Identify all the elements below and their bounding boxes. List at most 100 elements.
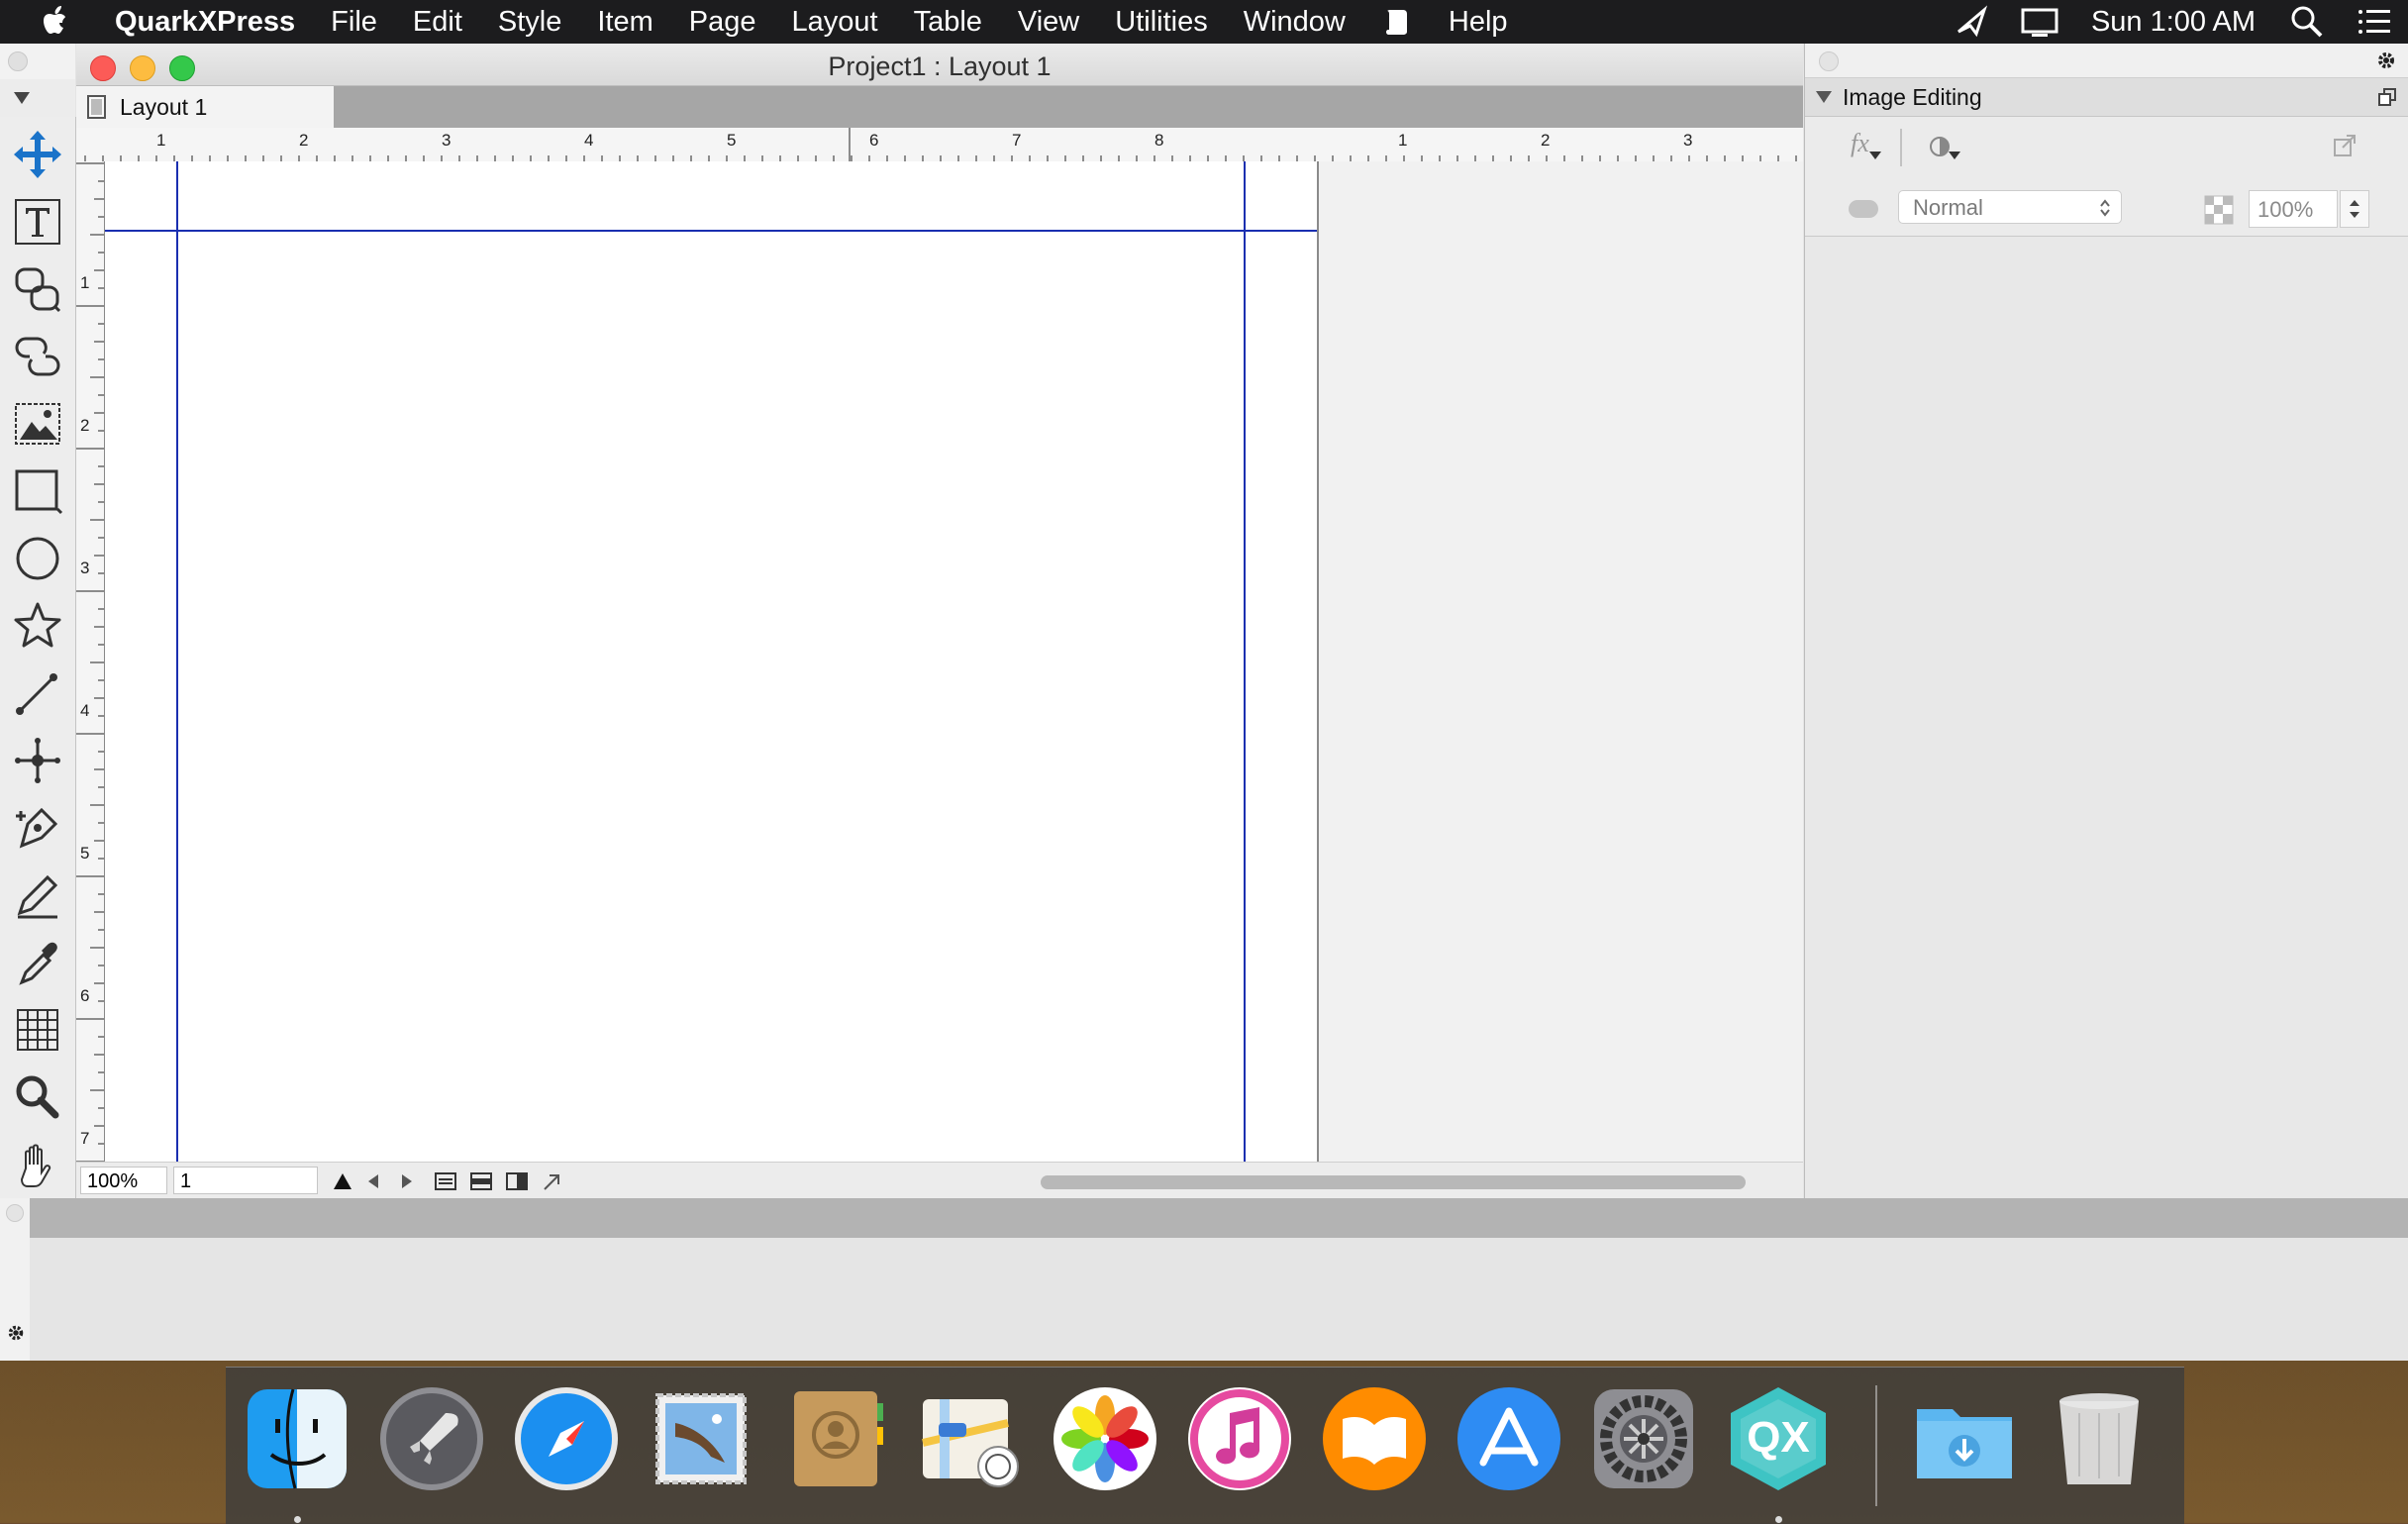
menu-utilities[interactable]: Utilities [1097,6,1225,39]
view-split-vertical-icon[interactable] [504,1168,530,1194]
tab-layout-1[interactable]: Layout 1 [76,86,334,128]
clock[interactable]: Sun 1:00 AM [2073,6,2273,39]
page-icon [87,95,106,119]
page-number-field[interactable]: 1 [173,1167,318,1194]
menu-table[interactable]: Table [896,6,1000,39]
notification-center-icon[interactable] [2355,2,2394,42]
menu-view[interactable]: View [1000,6,1097,39]
text-content-tool[interactable] [8,192,67,252]
menu-item[interactable]: Item [579,6,670,39]
photos-icon[interactable] [1050,1383,1160,1494]
next-page-icon[interactable] [393,1168,419,1194]
spotlight-search-icon[interactable] [2287,2,2327,42]
ruler-label: 7 [80,1129,89,1148]
view-single-icon[interactable] [433,1168,458,1194]
layout-page[interactable] [105,161,1319,1162]
blend-mode-value: Normal [1913,195,1983,220]
finder-icon[interactable] [242,1383,352,1494]
apple-icon[interactable] [36,2,75,42]
opacity-stepper[interactable] [2340,190,2369,228]
starburst-tool[interactable] [8,596,67,656]
horizontal-scrollbar[interactable] [1041,1175,1746,1189]
item-tool[interactable] [8,125,67,184]
bottom-palette-close-button[interactable] [6,1204,24,1222]
image-editing-palette: Image Editing fx Normal 100% [1804,44,2408,1198]
disclosure-triangle-icon[interactable] [12,89,32,107]
dropdown-arrow-icon [1949,152,1960,159]
opacity-field[interactable]: 100% [2249,190,2338,228]
safari-icon[interactable] [511,1383,622,1494]
page-up-icon[interactable] [330,1168,355,1194]
itunes-icon[interactable] [1184,1383,1295,1494]
eyedropper-tool[interactable] [8,933,67,992]
app-store-icon[interactable] [1454,1383,1564,1494]
maps-icon[interactable] [915,1383,1026,1494]
text-unlinking-tool[interactable] [8,327,67,386]
cursor-status-icon[interactable] [1953,2,1992,42]
display-mirroring-icon[interactable] [2020,2,2059,42]
menu-file[interactable]: File [313,6,395,39]
bezier-pen-tool[interactable] [8,798,67,858]
menu-layout[interactable]: Layout [774,6,896,39]
gear-icon[interactable] [2375,50,2397,71]
running-indicator [1775,1516,1782,1523]
rectangle-box-tool[interactable] [8,461,67,521]
open-external-icon[interactable] [2332,133,2358,158]
point-icon [15,738,60,783]
mail-icon[interactable] [646,1383,756,1494]
previous-page-icon[interactable] [361,1168,387,1194]
vertical-ruler[interactable]: 1 2 3 4 5 6 7 [76,161,105,1163]
table-tool[interactable] [8,1000,67,1060]
line-tool[interactable] [8,663,67,723]
menu-edit[interactable]: Edit [395,6,480,39]
rectangle-icon [15,469,63,515]
quarkxpress-icon[interactable]: QX [1723,1383,1834,1494]
qx-logo-text: QX [1747,1413,1810,1462]
menu-style[interactable]: Style [480,6,579,39]
menu-help[interactable]: Help [1431,6,1526,39]
script-menu-icon[interactable] [1377,2,1417,42]
contacts-icon[interactable] [780,1383,891,1494]
ruler-label: 3 [80,559,89,577]
layout-status-bar: 100% 1 [76,1162,1803,1199]
view-split-horizontal-icon[interactable] [468,1168,494,1194]
downloads-folder-icon[interactable] [1909,1383,2020,1494]
menu-page[interactable]: Page [671,6,774,39]
ibooks-icon[interactable] [1319,1383,1430,1494]
system-preferences-icon[interactable] [1588,1383,1699,1494]
pan-tool[interactable] [8,1135,67,1194]
fx-button[interactable]: fx [1851,129,1869,158]
palette-section-header[interactable]: Image Editing [1805,78,2408,117]
unlink-icon [15,337,60,376]
export-arrow-icon[interactable] [540,1168,565,1194]
gear-icon[interactable] [6,1323,26,1343]
bottom-palette-header [0,1198,2408,1238]
zoom-tool[interactable] [8,1067,67,1127]
blend-mode-select[interactable]: Normal [1898,190,2122,224]
launchpad-icon[interactable] [376,1383,487,1494]
picture-content-tool[interactable] [8,394,67,454]
disclosure-triangle-icon[interactable] [1815,89,1833,105]
bottom-palette [0,1238,2408,1361]
document-titlebar: Project1 : Layout 1 [76,44,1803,86]
detach-palette-icon[interactable] [2377,87,2397,107]
zoom-field[interactable]: 100% [80,1167,167,1194]
trash-icon[interactable] [2044,1383,2155,1494]
bezier-point-tool[interactable] [8,731,67,790]
palette-titlebar [1805,44,2408,78]
app-menu[interactable]: QuarkXPress [97,6,313,39]
visibility-toggle[interactable] [1849,200,1878,218]
ruler-label: 2 [299,131,308,150]
text-linking-tool[interactable] [8,259,67,319]
tools-close-button[interactable] [8,51,28,71]
oval-box-tool[interactable] [8,529,67,588]
link-icon [15,267,61,313]
ruler-label: 7 [1012,131,1021,150]
menu-window[interactable]: Window [1226,6,1363,39]
ruler-label: 8 [1154,131,1163,150]
palette-close-button[interactable] [1819,51,1839,71]
freehand-tool[interactable] [8,865,67,925]
ruler-label: 4 [584,131,593,150]
move-arrows-icon [14,131,61,178]
horizontal-ruler[interactable]: 1 2 3 4 5 6 7 8 1 2 3 [76,128,1803,162]
